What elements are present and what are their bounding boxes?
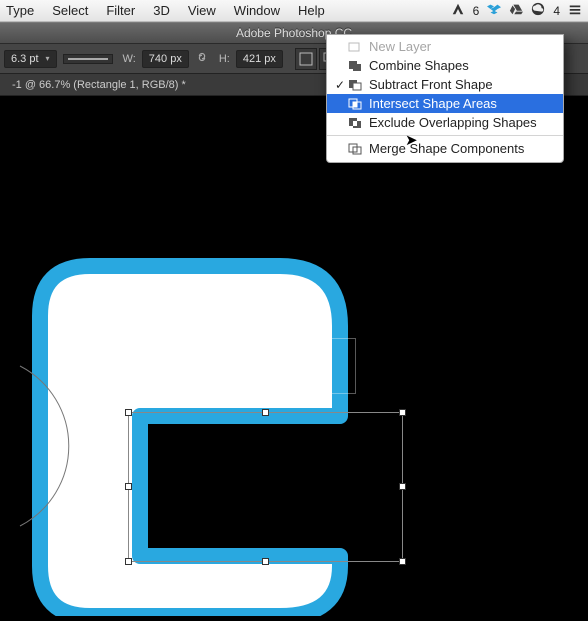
document-tab[interactable]: -1 @ 66.7% (Rectangle 1, RGB/8) * bbox=[4, 76, 194, 94]
transform-handle-tl[interactable] bbox=[125, 409, 132, 416]
height-label: H: bbox=[219, 53, 230, 65]
intersect-icon bbox=[347, 97, 363, 111]
menu-item-label: Intersect Shape Areas bbox=[369, 96, 497, 111]
menubar-status-icons: 6 4 bbox=[451, 2, 582, 19]
transform-bounding-box[interactable] bbox=[128, 412, 403, 562]
cc-count: 4 bbox=[553, 4, 560, 18]
link-wh-icon[interactable] bbox=[195, 50, 209, 67]
subtract-icon bbox=[347, 78, 363, 92]
transform-handle-tc[interactable] bbox=[262, 409, 269, 416]
transform-handle-bl[interactable] bbox=[125, 558, 132, 565]
stroke-weight-field[interactable]: 6.3 pt▾ bbox=[4, 50, 57, 68]
height-field[interactable]: 421 px bbox=[236, 50, 283, 68]
menu-separator bbox=[327, 135, 563, 136]
menu-item-combine-shapes[interactable]: Combine Shapes bbox=[327, 56, 563, 75]
adobe-a-icon[interactable] bbox=[451, 2, 465, 19]
menu-item-new-layer: New Layer bbox=[327, 37, 563, 56]
width-field[interactable]: 740 px bbox=[142, 50, 189, 68]
menu-window[interactable]: Window bbox=[234, 3, 280, 18]
menu-help[interactable]: Help bbox=[298, 3, 325, 18]
path-op-button-1[interactable] bbox=[295, 48, 317, 70]
menu-item-label: Subtract Front Shape bbox=[369, 77, 493, 92]
menu-item-label: Merge Shape Components bbox=[369, 141, 524, 156]
transform-handle-bc[interactable] bbox=[262, 558, 269, 565]
watermark-box bbox=[324, 338, 356, 394]
mac-menubar: Type Select Filter 3D View Window Help 6… bbox=[0, 0, 588, 22]
stroke-style-preview[interactable] bbox=[63, 54, 113, 64]
transform-handle-br[interactable] bbox=[399, 558, 406, 565]
menu-3d[interactable]: 3D bbox=[153, 3, 170, 18]
menu-item-exclude-overlapping[interactable]: Exclude Overlapping Shapes bbox=[327, 113, 563, 132]
transform-handle-rc[interactable] bbox=[399, 483, 406, 490]
menu-type[interactable]: Type bbox=[6, 3, 34, 18]
status-number: 6 bbox=[473, 4, 480, 18]
width-label: W: bbox=[123, 53, 136, 65]
canvas[interactable] bbox=[0, 96, 588, 563]
creative-cloud-icon[interactable] bbox=[531, 2, 545, 19]
menu-select[interactable]: Select bbox=[52, 3, 88, 18]
transform-handle-lc[interactable] bbox=[125, 483, 132, 490]
menu-extra-icon[interactable] bbox=[568, 2, 582, 19]
new-layer-icon bbox=[347, 40, 363, 54]
path-operations-menu: New Layer Combine Shapes ✓ Subtract Fron… bbox=[326, 34, 564, 163]
menu-item-label: New Layer bbox=[369, 39, 431, 54]
exclude-icon bbox=[347, 116, 363, 130]
menu-item-label: Combine Shapes bbox=[369, 58, 469, 73]
menu-item-merge-shape-components[interactable]: Merge Shape Components bbox=[327, 139, 563, 158]
checkmark-icon: ✓ bbox=[333, 78, 347, 92]
merge-icon bbox=[347, 142, 363, 156]
dropbox-icon[interactable] bbox=[487, 2, 501, 19]
transform-handle-tr[interactable] bbox=[399, 409, 406, 416]
menu-item-intersect-shape-areas[interactable]: Intersect Shape Areas bbox=[327, 94, 563, 113]
menu-item-subtract-front-shape[interactable]: ✓ Subtract Front Shape bbox=[327, 75, 563, 94]
menu-item-label: Exclude Overlapping Shapes bbox=[369, 115, 537, 130]
chevron-down-icon: ▾ bbox=[46, 54, 50, 63]
google-drive-icon[interactable] bbox=[509, 2, 523, 19]
menu-view[interactable]: View bbox=[188, 3, 216, 18]
combine-icon bbox=[347, 59, 363, 73]
menu-filter[interactable]: Filter bbox=[106, 3, 135, 18]
